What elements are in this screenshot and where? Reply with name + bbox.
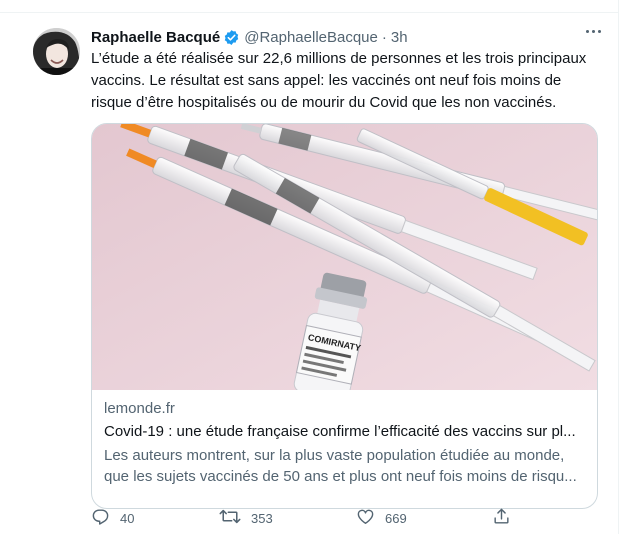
card-domain: lemonde.fr [104, 400, 175, 417]
reply-count: 40 [120, 510, 135, 526]
tweet[interactable]: Raphaelle Bacqué @RaphaelleBacque · 3h L… [0, 12, 619, 534]
tweet-timestamp[interactable]: 3h [391, 29, 408, 46]
card-body: lemonde.fr Covid-19 : une étude français… [104, 398, 587, 487]
share-button[interactable] [492, 505, 521, 531]
share-icon [492, 507, 521, 529]
reply-icon [91, 507, 120, 529]
like-icon [356, 507, 385, 529]
verified-badge-icon [223, 29, 240, 46]
more-icon[interactable] [586, 30, 601, 33]
retweet-button[interactable]: 353 [219, 505, 356, 531]
retweet-icon [219, 507, 251, 529]
reply-button[interactable]: 40 [91, 505, 219, 531]
like-button[interactable]: 669 [356, 505, 492, 531]
author-handle[interactable]: @RaphaelleBacque [244, 29, 378, 46]
header-separator: · [381, 28, 387, 46]
card-description: Les auteurs montrent, sur la plus vaste … [104, 447, 577, 485]
tweet-header: Raphaelle Bacqué @RaphaelleBacque · 3h [91, 27, 408, 47]
retweet-count: 353 [251, 510, 273, 526]
tweet-text: L’étude a été réalisée sur 22,6 millions… [91, 50, 587, 111]
card-image[interactable]: COMIRNATY [92, 124, 597, 401]
link-card[interactable]: COMIRNATY lemonde.fr Covid-19 : une étud… [91, 123, 598, 509]
card-title[interactable]: Covid-19 : une étude française confirme … [104, 421, 587, 442]
avatar[interactable] [33, 28, 80, 75]
like-count: 669 [385, 510, 407, 526]
author-name[interactable]: Raphaelle Bacqué [91, 29, 220, 46]
tweet-actions: 40 353 669 [91, 505, 606, 531]
